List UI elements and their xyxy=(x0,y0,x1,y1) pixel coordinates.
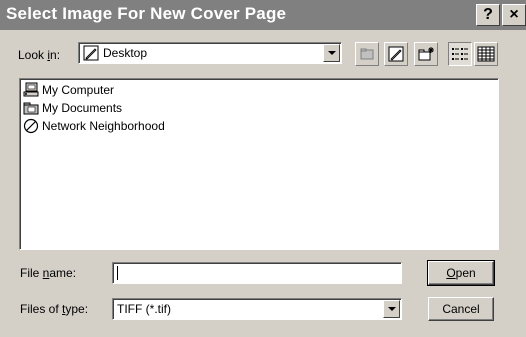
details-view-icon xyxy=(477,46,495,62)
text-caret xyxy=(117,266,118,280)
list-item-label: Network Neighborhood xyxy=(42,119,165,133)
file-type-value: TIFF (*.tif) xyxy=(117,302,171,316)
list-item-label: My Documents xyxy=(42,101,123,115)
desktop-button[interactable] xyxy=(384,42,408,66)
look-in-value: Desktop xyxy=(103,46,148,60)
file-type-dropdown-button[interactable] xyxy=(383,300,400,318)
file-name-input[interactable] xyxy=(112,262,402,284)
details-view-button[interactable] xyxy=(474,42,498,66)
network-icon xyxy=(23,118,39,134)
file-type-combo[interactable]: TIFF (*.tif) xyxy=(112,298,402,320)
list-item[interactable]: My Documents xyxy=(22,99,122,117)
close-icon: × xyxy=(509,6,519,23)
new-folder-button[interactable] xyxy=(414,42,438,66)
help-icon: ? xyxy=(483,6,493,23)
look-in-combo[interactable]: Desktop xyxy=(78,42,342,64)
look-in-dropdown-button[interactable] xyxy=(323,44,340,62)
list-item[interactable]: Network Neighborhood xyxy=(22,117,165,135)
file-list[interactable]: My Computer My Documents Network Neighbo… xyxy=(19,78,499,250)
open-button[interactable]: Open xyxy=(427,260,495,286)
title-bar[interactable]: Select Image For New Cover Page ? × xyxy=(0,0,526,30)
list-view-icon xyxy=(452,48,468,60)
up-one-level-button[interactable] xyxy=(355,42,379,66)
look-in-label: Look in: xyxy=(18,48,61,62)
new-folder-icon xyxy=(418,47,434,61)
up-folder-icon xyxy=(360,48,374,60)
desktop-icon xyxy=(83,45,99,61)
select-image-dialog: Select Image For New Cover Page ? × Look… xyxy=(0,0,526,337)
documents-folder-icon xyxy=(23,102,39,115)
list-item[interactable]: My Computer xyxy=(22,81,114,99)
file-name-label: File name: xyxy=(20,266,77,280)
list-view-button[interactable] xyxy=(448,42,472,66)
help-button[interactable]: ? xyxy=(476,4,500,26)
desktop-shortcut-icon xyxy=(388,46,404,62)
close-button[interactable]: × xyxy=(502,4,526,26)
cancel-button[interactable]: Cancel xyxy=(428,297,494,321)
computer-icon xyxy=(23,82,39,97)
file-type-label: Files of type: xyxy=(20,302,89,316)
list-item-label: My Computer xyxy=(42,83,115,97)
dialog-title: Select Image For New Cover Page xyxy=(6,4,287,23)
